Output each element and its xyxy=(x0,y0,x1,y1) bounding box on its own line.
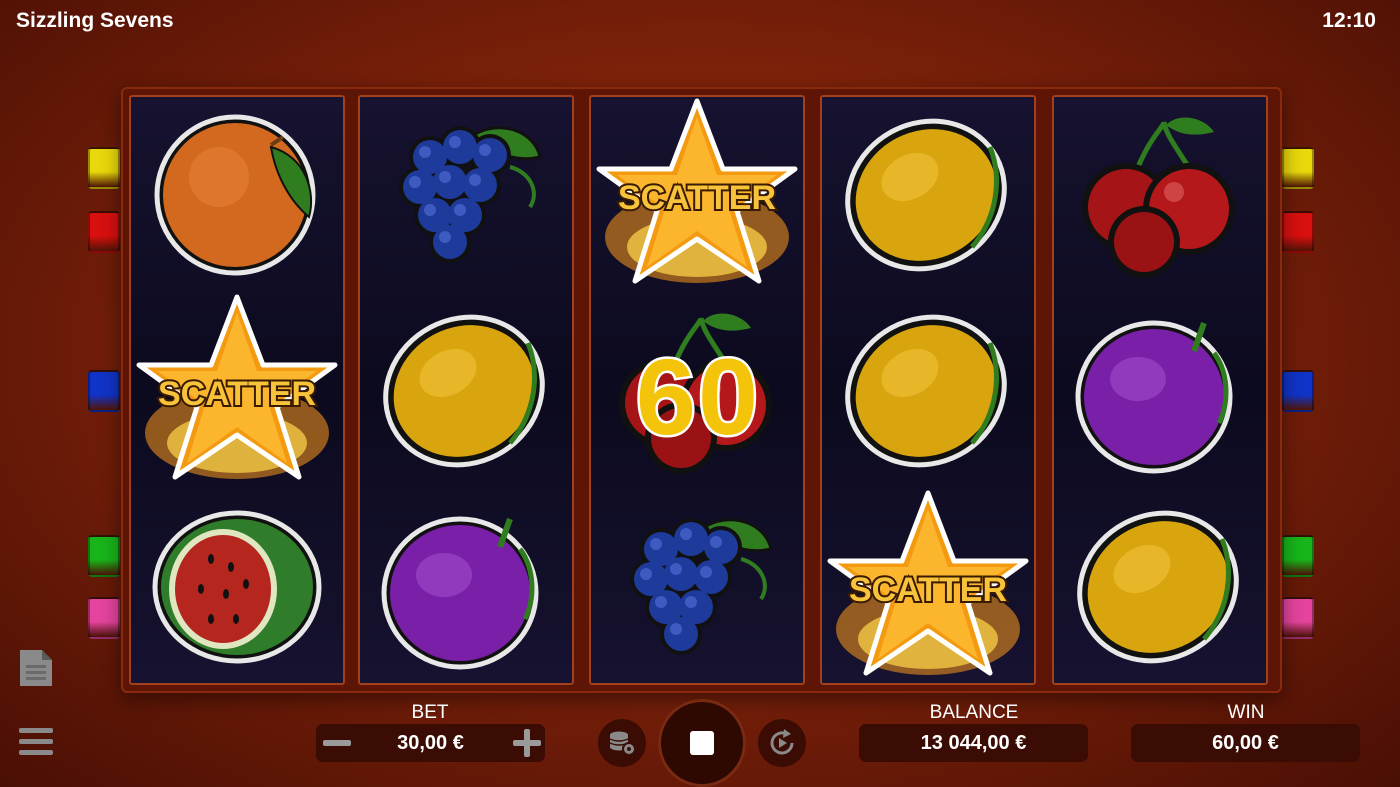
autoplay-button[interactable] xyxy=(758,719,806,767)
balance-label: BALANCE xyxy=(929,702,1019,723)
autoplay-icon xyxy=(770,729,794,755)
payline-marker-3-right xyxy=(1282,370,1314,412)
symbol-lemon xyxy=(822,293,1034,489)
reel-4: SCATTER xyxy=(820,95,1036,685)
win-amount-overlay: 60 xyxy=(633,338,760,448)
clock: 12:10 xyxy=(1322,9,1376,32)
win-value: 60,00 € xyxy=(1212,731,1279,754)
payline-marker-5-right xyxy=(1282,597,1314,639)
symbol-cherries xyxy=(1054,97,1266,293)
svg-text:SCATTER: SCATTER xyxy=(158,375,316,413)
payline-marker-1-left xyxy=(88,147,120,189)
stop-icon xyxy=(690,731,714,755)
bet-value: 30,00 € xyxy=(397,731,464,754)
payline-marker-4-left xyxy=(88,535,120,577)
symbol-plum xyxy=(360,489,572,685)
reel-2 xyxy=(358,95,574,685)
win-amount-overlay-text: 60 xyxy=(636,338,760,448)
balance-value: 13 044,00 € xyxy=(920,731,1027,754)
symbol-grapes xyxy=(591,489,803,685)
symbol-scatter: SCATTER xyxy=(591,97,803,293)
symbol-lemon xyxy=(1054,489,1266,685)
spin-stop-button[interactable] xyxy=(658,699,746,787)
payline-marker-4-right xyxy=(1282,535,1314,577)
bet-label: BET xyxy=(411,702,449,723)
svg-text:SCATTER: SCATTER xyxy=(618,179,776,217)
coins-settings-icon xyxy=(609,731,636,756)
symbol-lemon xyxy=(360,293,572,489)
symbol-lemon xyxy=(822,97,1034,293)
coins-settings-button[interactable] xyxy=(598,719,646,767)
symbol-orange xyxy=(131,97,343,293)
payline-marker-5-left xyxy=(88,597,120,639)
win-label: WIN xyxy=(1227,702,1265,723)
symbol-scatter: SCATTER xyxy=(131,293,343,489)
symbol-plum xyxy=(1054,293,1266,489)
plus-icon[interactable] xyxy=(510,726,544,760)
reel-5 xyxy=(1052,95,1268,685)
hamburger-menu-icon[interactable] xyxy=(18,726,54,758)
reel-1: SCATTER xyxy=(129,95,345,685)
payline-marker-1-right xyxy=(1282,147,1314,189)
win-display: 60,00 € xyxy=(1131,724,1360,762)
symbol-grapes xyxy=(360,97,572,293)
payline-marker-2-right xyxy=(1282,211,1314,253)
game-title: Sizzling Sevens xyxy=(16,9,174,32)
payline-marker-3-left xyxy=(88,370,120,412)
minus-icon[interactable] xyxy=(320,726,354,760)
svg-text:SCATTER: SCATTER xyxy=(849,571,1007,609)
balance-display: 13 044,00 € xyxy=(859,724,1088,762)
payline-marker-2-left xyxy=(88,211,120,253)
symbol-scatter: SCATTER xyxy=(822,489,1034,685)
symbol-watermelon xyxy=(131,489,343,685)
paytable-document-icon[interactable] xyxy=(18,648,54,688)
